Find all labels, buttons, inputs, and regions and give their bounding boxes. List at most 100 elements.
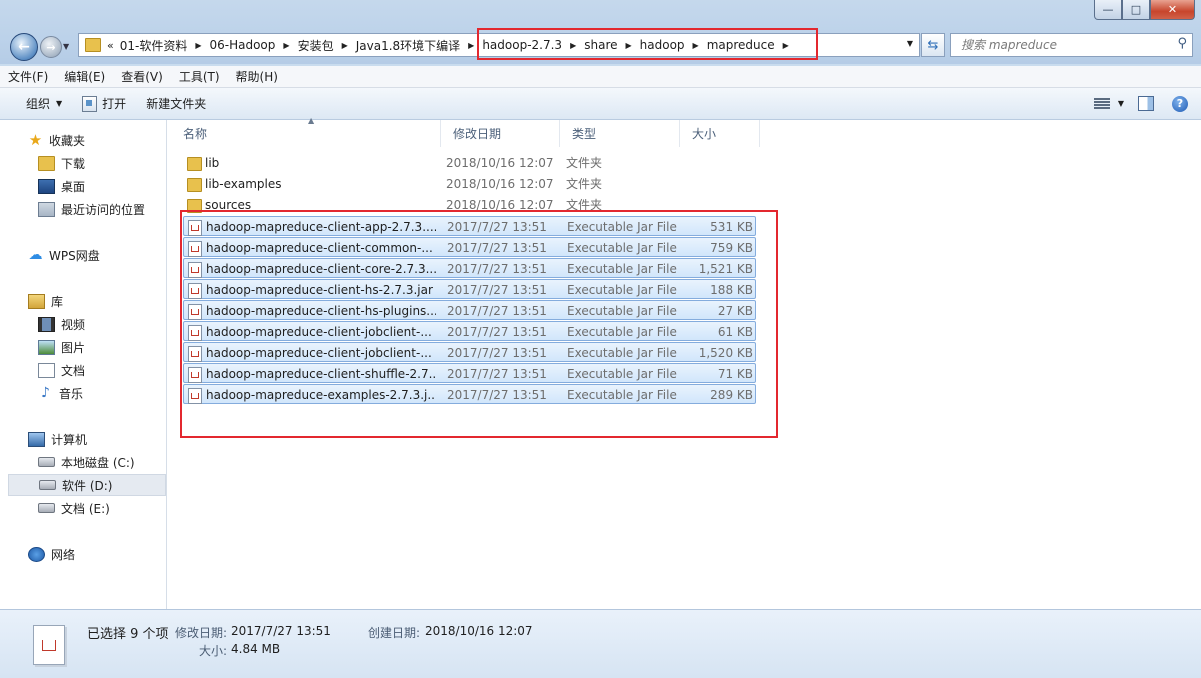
- sidebar-item-libraries[interactable]: 库: [0, 290, 194, 312]
- menu-help[interactable]: 帮助(H): [228, 68, 286, 85]
- column-header-date[interactable]: 修改日期: [441, 120, 560, 147]
- breadcrumb-arrow-icon[interactable]: ▶: [775, 41, 797, 50]
- sidebar-item-label: 网络: [51, 547, 76, 562]
- menu-tools[interactable]: 工具(T): [171, 68, 228, 85]
- open-button[interactable]: 打开: [72, 88, 136, 119]
- menu-edit[interactable]: 编辑(E): [56, 68, 113, 85]
- breadcrumb-arrow-icon[interactable]: ▶: [275, 41, 297, 50]
- folder-row[interactable]: lib 2018/10/16 12:07 文件夹: [183, 153, 756, 173]
- file-date: 2018/10/16 12:07: [446, 177, 554, 191]
- recent-pages-dropdown[interactable]: ▼: [63, 42, 69, 51]
- window-controls: — □ ✕: [1094, 0, 1195, 20]
- sidebar-item-label: 计算机: [51, 432, 88, 447]
- menu-view[interactable]: 查看(V): [113, 68, 171, 85]
- file-name: hadoop-mapreduce-client-jobclient-...: [206, 346, 432, 360]
- file-type: Executable Jar File: [567, 388, 677, 402]
- column-header-type[interactable]: 类型: [560, 120, 680, 147]
- jar-file-icon: [33, 625, 65, 665]
- sidebar-item-network[interactable]: 网络: [0, 543, 194, 565]
- maximize-button[interactable]: □: [1122, 0, 1150, 20]
- file-size: [681, 153, 752, 173]
- breadcrumb-item[interactable]: Java1.8环境下编译: [356, 37, 460, 54]
- modified-value: 2017/7/27 13:51: [231, 624, 331, 638]
- new-folder-button[interactable]: 新建文件夹: [136, 88, 216, 119]
- file-size: 71 KB: [717, 367, 753, 381]
- file-type: Executable Jar File: [567, 304, 677, 318]
- forward-button[interactable]: →: [40, 36, 62, 58]
- search-input[interactable]: [959, 34, 1163, 56]
- file-row[interactable]: hadoop-mapreduce-client-hs-2.7.3.jar 2017…: [183, 279, 756, 299]
- breadcrumb-item[interactable]: 06-Hadoop: [210, 38, 276, 52]
- file-row[interactable]: hadoop-mapreduce-client-jobclient-... 201…: [183, 321, 756, 341]
- sidebar-item-wps[interactable]: ☁ WPS网盘: [0, 244, 194, 266]
- file-row[interactable]: hadoop-mapreduce-client-jobclient-... 201…: [183, 342, 756, 362]
- view-dropdown-icon[interactable]: ▼: [1118, 99, 1124, 108]
- file-date: 2017/7/27 13:51: [447, 346, 547, 360]
- refresh-button[interactable]: ⇆: [921, 33, 945, 57]
- address-bar[interactable]: « 01-软件资料 ▶ 06-Hadoop ▶ 安装包 ▶ Java1.8环境下编译 ▶…: [78, 33, 920, 57]
- back-button[interactable]: ←: [10, 33, 38, 61]
- file-type: Executable Jar File: [567, 283, 677, 297]
- file-row[interactable]: hadoop-mapreduce-client-hs-plugins... 201…: [183, 300, 756, 320]
- sidebar-item-label: 音乐: [59, 386, 84, 401]
- created-value: 2018/10/16 12:07: [425, 624, 533, 638]
- navigation-pane: ★ 收藏夹 下载 桌面 最近访问的位置 ☁ WPS网盘 库 视频 图片 文档 ♪ 音乐: [0, 120, 167, 609]
- explorer-window: — □ ✕ ← → ▼ « 01-软件资料 ▶ 06-Hadoop ▶ 安装包 ▶ J…: [0, 0, 1201, 678]
- title-bar: — □ ✕ ← → ▼ « 01-软件资料 ▶ 06-Hadoop ▶ 安装包 ▶ J…: [0, 0, 1201, 64]
- open-label: 打开: [102, 97, 127, 111]
- file-name: hadoop-mapreduce-client-hs-plugins...: [206, 304, 436, 318]
- file-size: 531 KB: [710, 220, 753, 234]
- minimize-button[interactable]: —: [1094, 0, 1122, 20]
- file-size: 759 KB: [710, 241, 753, 255]
- file-type: 文件夹: [566, 156, 603, 170]
- sidebar-item-disk-d[interactable]: 软件 (D:): [8, 474, 166, 496]
- organize-button[interactable]: 组织 ▼: [0, 88, 72, 119]
- breadcrumb-arrow-icon[interactable]: ▶: [618, 41, 640, 50]
- search-icon[interactable]: ⚲: [1177, 36, 1187, 51]
- folder-row[interactable]: sources 2018/10/16 12:07 文件夹: [183, 195, 756, 215]
- address-history-dropdown[interactable]: ▼: [907, 39, 913, 48]
- file-name: hadoop-mapreduce-client-common-...: [206, 241, 433, 255]
- breadcrumb-overflow[interactable]: «: [107, 39, 120, 52]
- breadcrumb-item[interactable]: mapreduce: [707, 38, 775, 52]
- file-name: lib-examples: [205, 177, 282, 191]
- breadcrumb: 01-软件资料 ▶ 06-Hadoop ▶ 安装包 ▶ Java1.8环境下编译 ▶ h…: [120, 34, 797, 56]
- breadcrumb-item[interactable]: 01-软件资料: [120, 37, 188, 54]
- sidebar-item-computer[interactable]: 计算机: [0, 428, 194, 450]
- file-size: 1,521 KB: [698, 262, 753, 276]
- menu-file[interactable]: 文件(F): [0, 68, 56, 85]
- file-row[interactable]: hadoop-mapreduce-examples-2.7.3.j... 2017…: [183, 384, 756, 404]
- breadcrumb-arrow-icon[interactable]: ▶: [187, 41, 209, 50]
- file-name: hadoop-mapreduce-client-hs-2.7.3.jar: [206, 283, 433, 297]
- file-name: hadoop-mapreduce-client-shuffle-2.7...: [206, 367, 436, 381]
- column-header-size[interactable]: 大小: [680, 120, 760, 147]
- file-row[interactable]: hadoop-mapreduce-client-app-2.7.3.... 201…: [183, 216, 756, 236]
- breadcrumb-item[interactable]: hadoop: [640, 38, 685, 52]
- breadcrumb-arrow-icon[interactable]: ▶: [685, 41, 707, 50]
- breadcrumb-arrow-icon[interactable]: ▶: [562, 41, 584, 50]
- breadcrumb-arrow-icon[interactable]: ▶: [460, 41, 482, 50]
- file-row[interactable]: hadoop-mapreduce-client-common-... 2017/7…: [183, 237, 756, 257]
- breadcrumb-item[interactable]: share: [584, 38, 617, 52]
- jar-file-icon: [188, 304, 202, 320]
- music-note-icon: ♪: [41, 385, 50, 401]
- preview-pane-icon[interactable]: [1138, 96, 1154, 111]
- breadcrumb-arrow-icon[interactable]: ▶: [334, 41, 356, 50]
- file-size: 61 KB: [717, 325, 753, 339]
- breadcrumb-item[interactable]: 安装包: [298, 37, 334, 54]
- view-options-icon[interactable]: [1093, 97, 1110, 110]
- folder-row[interactable]: lib-examples 2018/10/16 12:07 文件夹: [183, 174, 756, 194]
- close-button[interactable]: ✕: [1150, 0, 1195, 20]
- column-header-name[interactable]: ▲ 名称: [171, 116, 441, 147]
- sidebar-item-label: 视频: [61, 317, 86, 332]
- breadcrumb-item[interactable]: hadoop-2.7.3: [482, 38, 562, 52]
- file-size: 1,520 KB: [698, 346, 753, 360]
- folder-icon: [187, 199, 202, 213]
- file-row[interactable]: hadoop-mapreduce-client-shuffle-2.7... 20…: [183, 363, 756, 383]
- help-icon[interactable]: ?: [1172, 95, 1188, 112]
- search-box[interactable]: ⚲: [950, 33, 1193, 57]
- file-name: hadoop-mapreduce-examples-2.7.3.j...: [206, 388, 436, 402]
- file-name: sources: [205, 198, 252, 212]
- sidebar-item-favorites[interactable]: ★ 收藏夹: [0, 129, 194, 151]
- file-row[interactable]: hadoop-mapreduce-client-core-2.7.3... 201…: [183, 258, 756, 278]
